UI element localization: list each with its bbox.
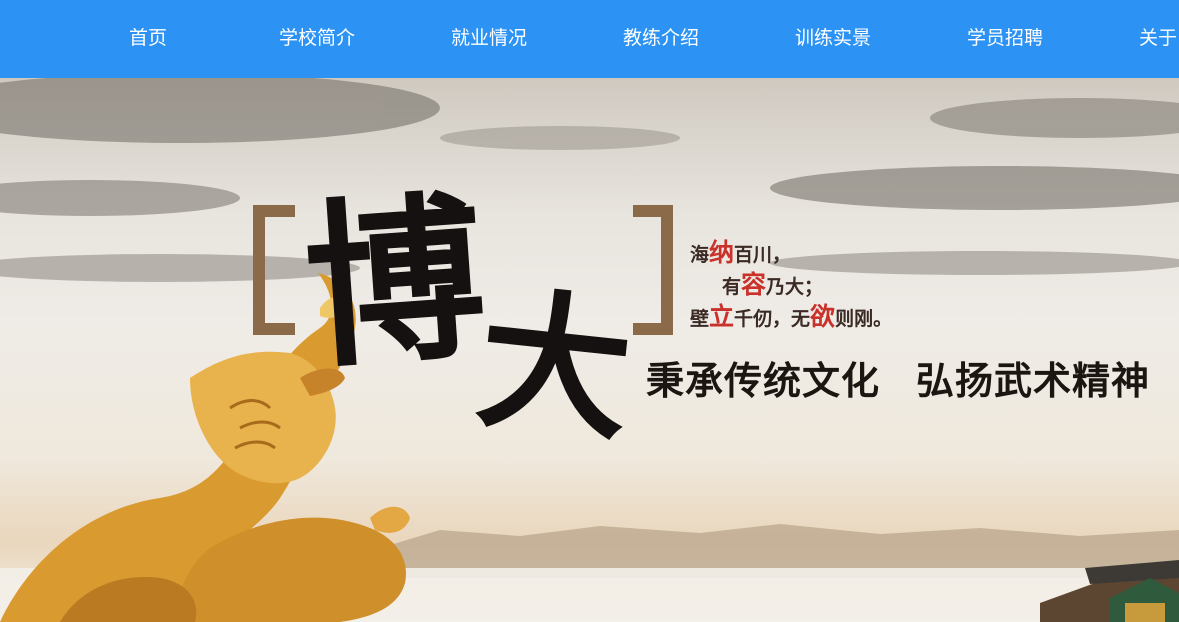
nav-item-recruitment[interactable]: 学员招聘	[967, 0, 1043, 78]
banner-slogan: 秉承传统文化 弘扬武术精神	[646, 350, 1150, 405]
nav-item-employment[interactable]: 就业情况	[451, 0, 527, 78]
nav-item-home[interactable]: 首页	[129, 0, 167, 78]
nav-item-school-intro[interactable]: 学校简介	[279, 0, 355, 78]
calligraphy-character-bo: 博	[298, 172, 492, 393]
poem-line-3: 壁立千仞，无欲则刚。	[690, 302, 893, 331]
slogan-part-2: 弘扬武术精神	[916, 358, 1151, 403]
poem-line-1: 海纳百川，	[690, 238, 792, 267]
nav-item-coaches[interactable]: 教练介绍	[623, 0, 699, 78]
nav-item-about[interactable]: 关于	[1139, 0, 1177, 78]
slogan-part-1: 秉承传统文化	[646, 358, 881, 403]
nav-item-training-scenes[interactable]: 训练实景	[795, 0, 871, 78]
calligraphy-character-da: 大	[469, 268, 640, 463]
poem-line-2: 有容乃大；	[722, 270, 824, 299]
hero-banner[interactable]: 博 大 海纳百川， 有容乃大； 壁立千仞，无欲则刚。 秉承传统文化 弘扬武术精神	[0, 78, 1179, 622]
top-navigation-bar: 首页 学校简介 就业情况 教练介绍 训练实景 学员招聘 关于	[0, 0, 1179, 78]
poem-text: 海纳百川， 有容乃大； 壁立千仞，无欲则刚。	[690, 238, 892, 334]
